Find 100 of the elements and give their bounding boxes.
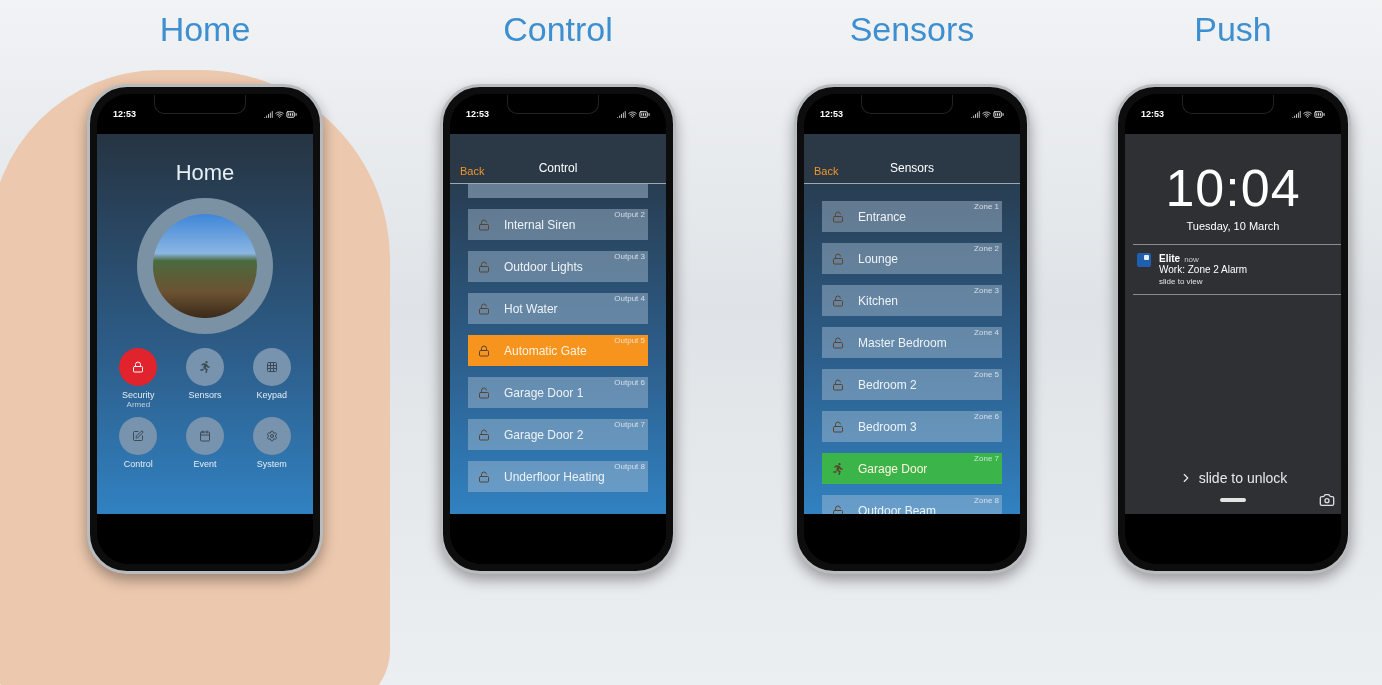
menu-tile-button[interactable]	[186, 348, 224, 386]
output-row[interactable]: Underfloor Heating Output 8	[468, 461, 648, 492]
camera-icon[interactable]	[1319, 492, 1335, 508]
zone-row[interactable]: Entrance Zone 1	[822, 201, 1002, 232]
signal-icon	[1292, 109, 1301, 119]
unlocked-padlock-icon	[832, 210, 844, 223]
keypad-grid-icon	[265, 361, 278, 373]
app-icon	[1137, 253, 1151, 267]
zone-number: Zone 7	[974, 454, 999, 463]
battery-icon	[639, 108, 650, 120]
output-name: Hot Water	[504, 301, 558, 316]
unlocked-padlock-icon	[832, 294, 844, 307]
battery-icon	[1314, 108, 1325, 120]
screen-caption: Control	[503, 9, 613, 50]
notification-card[interactable]: Elite now Work: Zone 2 Alarm slide to view	[1133, 244, 1341, 295]
lock-date: Tuesday, 10 March	[1185, 220, 1281, 232]
wifi-icon	[275, 109, 284, 119]
unlocked-padlock-icon	[832, 420, 844, 433]
menu-tile-button[interactable]	[119, 417, 158, 455]
battery-icon	[286, 108, 297, 120]
output-row[interactable]: Garage Door 2 Output 7	[468, 419, 648, 450]
menu-tile-button[interactable]	[119, 348, 158, 386]
notification-time: now	[1184, 255, 1199, 264]
zone-row[interactable]: Lounge Zone 2	[822, 243, 1002, 274]
notification-message: Work: Zone 2 Alarm	[1159, 264, 1249, 275]
output-row[interactable]: Garage Door 1 Output 6	[468, 377, 648, 408]
zone-row[interactable]: Kitchen Zone 3	[822, 285, 1002, 316]
notification-app: Elite	[1159, 253, 1181, 264]
zone-number: Zone 5	[974, 370, 999, 379]
unlocked-padlock-icon	[832, 336, 844, 349]
zone-number: Zone 1	[974, 202, 999, 211]
wifi-icon	[982, 109, 991, 119]
output-row[interactable]: Hot Water Output 4	[468, 293, 648, 324]
wifi-icon	[628, 109, 637, 119]
status-time: 12:53	[1141, 109, 1165, 119]
unlocked-padlock-icon	[832, 252, 844, 265]
screen-caption: Home	[159, 9, 251, 50]
unlocked-padlock-icon	[478, 386, 490, 399]
screen-caption: Sensors	[849, 9, 975, 50]
pen-square-icon	[132, 430, 145, 442]
output-name: Automatic Gate	[504, 343, 587, 358]
menu-tile-button[interactable]	[252, 348, 291, 386]
output-row[interactable]: Automatic Gate Output 5	[468, 335, 648, 366]
output-number: Output 5	[614, 336, 645, 345]
output-number: Output 6	[614, 378, 645, 387]
lock-clock: 10:04	[1164, 158, 1302, 218]
home-indicator	[1220, 498, 1246, 502]
unlocked-padlock-icon	[478, 302, 490, 315]
output-row[interactable]: Outdoor Lights Output 3	[468, 251, 648, 282]
unlocked-padlock-icon	[478, 470, 490, 483]
lock-icon	[132, 361, 145, 373]
output-row[interactable]: Internal Siren Output 2	[468, 209, 648, 240]
output-name: Internal Siren	[504, 217, 576, 232]
output-number: Output 3	[614, 252, 645, 261]
zone-name: Bedroom 2	[858, 377, 917, 392]
output-name: Garage Door 1	[504, 385, 584, 400]
unlock-hint[interactable]: slide to unlock	[1198, 470, 1288, 486]
screen-caption: Push	[1194, 9, 1272, 50]
running-figure-icon	[199, 361, 211, 373]
zone-number: Zone 4	[974, 328, 999, 337]
unlocked-padlock-icon	[832, 504, 844, 514]
zone-row[interactable]: Bedroom 2 Zone 5	[822, 369, 1002, 400]
notification-hint: slide to view	[1159, 277, 1204, 286]
output-number: Output 7	[614, 420, 645, 429]
status-time: 12:53	[820, 109, 844, 119]
unlocked-padlock-icon	[478, 218, 490, 231]
output-name: Underfloor Heating	[504, 469, 605, 484]
zone-row[interactable]: Master Bedroom Zone 4	[822, 327, 1002, 358]
tile-label: Security	[122, 390, 155, 400]
signal-icon	[617, 109, 626, 119]
zone-name: Garage Door	[858, 461, 928, 476]
unlocked-padlock-icon	[478, 260, 490, 273]
output-number: Output 4	[614, 294, 645, 303]
output-name: Outdoor Lights	[504, 259, 583, 274]
unlocked-padlock-icon	[832, 378, 844, 391]
screen-title: Sensors	[890, 161, 934, 177]
zone-row[interactable]: Bedroom 3 Zone 6	[822, 411, 1002, 442]
zone-name: Entrance	[858, 209, 907, 224]
tile-label: Control	[123, 459, 153, 469]
battery-icon	[993, 108, 1004, 120]
zone-name: Kitchen	[858, 293, 899, 308]
screen-title: Control	[538, 161, 578, 177]
gear-icon	[265, 430, 278, 442]
lock-icon	[478, 344, 490, 357]
status-time: 12:53	[466, 109, 490, 119]
zone-row[interactable]: Garage Door Zone 7	[822, 453, 1002, 484]
tile-label: System	[256, 459, 287, 469]
zone-number: Zone 2	[974, 244, 999, 253]
unlocked-padlock-icon	[478, 428, 490, 441]
screen-title: Home	[174, 160, 236, 186]
back-link[interactable]: Back	[814, 165, 890, 177]
tile-label: Keypad	[256, 390, 287, 400]
tile-label: Event	[193, 459, 217, 469]
back-link[interactable]: Back	[460, 165, 539, 177]
zone-name: Outdoor Beam	[858, 503, 937, 514]
menu-tile-button[interactable]	[252, 417, 291, 455]
menu-tile-button[interactable]	[186, 417, 224, 455]
wifi-icon	[1303, 109, 1312, 119]
tile-label: Sensors	[188, 390, 222, 400]
zone-number: Zone 6	[974, 412, 999, 421]
